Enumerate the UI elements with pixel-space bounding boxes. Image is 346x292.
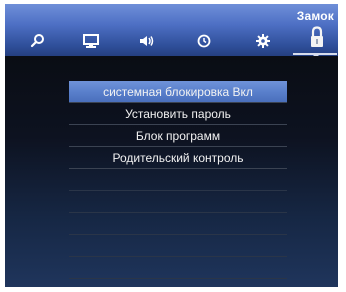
gear-icon bbox=[255, 33, 271, 49]
menu-item-system-lock[interactable]: системная блокировка Вкл bbox=[69, 81, 287, 103]
empty-row bbox=[69, 235, 287, 257]
tv-menu-screen: Замок системная блокировка Вкл Установит… bbox=[5, 4, 338, 287]
tab-search[interactable] bbox=[26, 30, 50, 52]
menu-item-label: Блок программ bbox=[135, 128, 221, 143]
search-icon bbox=[30, 33, 46, 49]
tab-lock[interactable] bbox=[305, 26, 329, 48]
empty-row bbox=[69, 213, 287, 235]
clock-icon bbox=[196, 33, 212, 49]
menu-content: системная блокировка Вкл Установить паро… bbox=[5, 56, 338, 287]
lock-menu-list: системная блокировка Вкл Установить паро… bbox=[69, 81, 287, 279]
monitor-icon bbox=[82, 33, 100, 49]
menu-item-set-password[interactable]: Установить пароль bbox=[69, 103, 287, 125]
empty-row bbox=[69, 257, 287, 279]
speaker-icon bbox=[138, 33, 156, 49]
menu-item-label: Родительский контроль bbox=[112, 150, 244, 165]
tab-picture[interactable] bbox=[79, 30, 103, 52]
menu-item-label: системная блокировка Вкл bbox=[103, 84, 253, 99]
menu-item-parental-control[interactable]: Родительский контроль bbox=[69, 147, 287, 169]
empty-row bbox=[69, 191, 287, 213]
lock-icon bbox=[308, 25, 326, 49]
menu-item-label: Установить пароль bbox=[125, 106, 231, 121]
menu-item-program-block[interactable]: Блок программ bbox=[69, 125, 287, 147]
menu-top-bar: Замок bbox=[5, 4, 338, 56]
menu-title: Замок bbox=[296, 9, 334, 23]
tab-time[interactable] bbox=[192, 30, 216, 52]
tab-settings[interactable] bbox=[251, 30, 275, 52]
tab-sound[interactable] bbox=[135, 30, 159, 52]
empty-row bbox=[69, 169, 287, 191]
